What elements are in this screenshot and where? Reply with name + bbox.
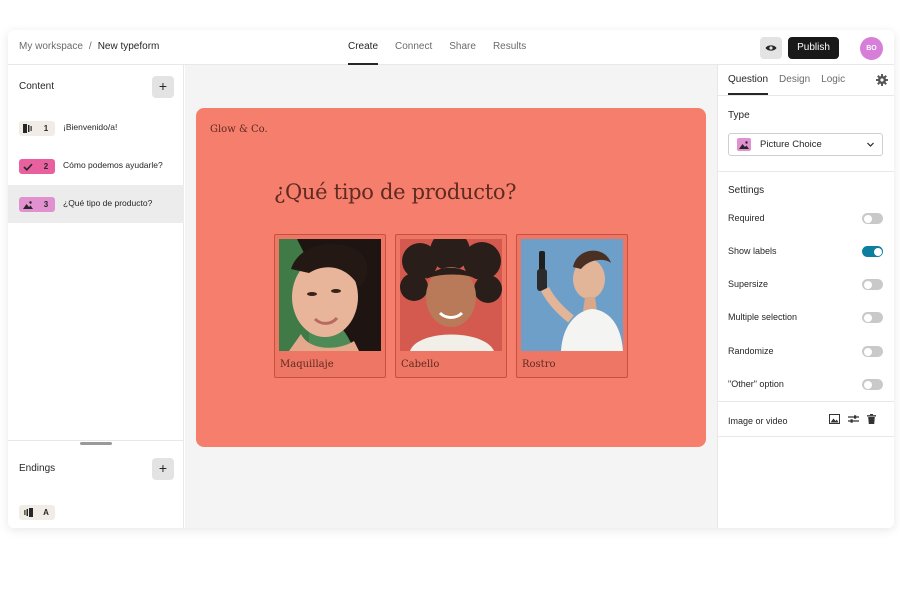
adjust-icon[interactable] bbox=[848, 414, 859, 424]
toggle-knob bbox=[863, 380, 872, 389]
question-type-value: Picture Choice bbox=[760, 139, 822, 150]
settings-section-title: Settings bbox=[728, 185, 765, 196]
tab-question[interactable]: Question bbox=[728, 65, 769, 95]
media-actions bbox=[829, 414, 876, 424]
question-number: 3 bbox=[43, 200, 49, 209]
typeform-editor: My workspace / New typeform Create Connect… bbox=[8, 30, 894, 528]
ending-badge: A bbox=[19, 505, 55, 520]
tab-connect[interactable]: Connect bbox=[395, 30, 432, 65]
show-labels-toggle[interactable] bbox=[862, 246, 883, 257]
setting-label: Show labels bbox=[728, 246, 777, 256]
add-question-button[interactable]: + bbox=[152, 76, 174, 98]
avatar[interactable]: BO bbox=[860, 37, 883, 60]
chevron-down-icon bbox=[867, 142, 874, 147]
choice-label: Maquillaje bbox=[280, 359, 334, 370]
type-section-title: Type bbox=[728, 110, 750, 121]
question-badge: 1 bbox=[19, 121, 55, 136]
ending-letter: A bbox=[43, 508, 49, 517]
question-badge: 2 bbox=[19, 159, 55, 174]
settings-panel: Question Design Logic Type Picture Choic… bbox=[717, 65, 894, 528]
setting-label: Randomize bbox=[728, 346, 774, 356]
brand-logo-text: Glow & Co. bbox=[210, 124, 268, 135]
multiple-selection-toggle[interactable] bbox=[862, 312, 883, 323]
resize-handle[interactable] bbox=[80, 442, 112, 445]
question-badge: 3 bbox=[19, 197, 55, 212]
setting-required: Required bbox=[728, 212, 883, 226]
panel-divider bbox=[718, 401, 894, 402]
content-panel: Content + 1 ¡Bienvenido/a! 2 Cómo podemo… bbox=[8, 65, 184, 528]
toggle-knob bbox=[863, 280, 872, 289]
question-title[interactable]: ¿Qué tipo de producto? bbox=[274, 180, 516, 204]
toggle-knob bbox=[863, 313, 872, 322]
settings-tabs: Question Design Logic bbox=[728, 65, 856, 95]
question-item-3[interactable]: 3 ¿Qué tipo de producto? bbox=[8, 185, 184, 223]
picture-choice-3[interactable]: Rostro bbox=[516, 234, 628, 378]
question-type-select[interactable]: Picture Choice bbox=[728, 133, 883, 156]
setting-supersize: Supersize bbox=[728, 278, 883, 292]
add-ending-button[interactable]: + bbox=[152, 458, 174, 480]
picture-choice-2[interactable]: Cabello bbox=[395, 234, 507, 378]
choice-label: Rostro bbox=[522, 359, 556, 370]
picture-icon bbox=[19, 197, 37, 212]
required-toggle[interactable] bbox=[862, 213, 883, 224]
tab-create[interactable]: Create bbox=[348, 30, 379, 65]
question-number: 1 bbox=[43, 124, 49, 133]
setting-multiple-selection: Multiple selection bbox=[728, 311, 883, 325]
panel-divider bbox=[8, 440, 184, 441]
toggle-knob bbox=[873, 247, 882, 256]
breadcrumb: My workspace / New typeform bbox=[19, 41, 159, 52]
question-number: 2 bbox=[43, 162, 49, 171]
content-title: Content bbox=[19, 81, 55, 92]
setting-show-labels: Show labels bbox=[728, 245, 883, 259]
setting-label: Multiple selection bbox=[728, 312, 798, 322]
breadcrumb-current[interactable]: New typeform bbox=[98, 41, 160, 52]
toggle-knob bbox=[863, 347, 872, 356]
image-icon[interactable] bbox=[829, 414, 840, 424]
setting-other-option: "Other" option bbox=[728, 378, 883, 392]
setting-label: "Other" option bbox=[728, 379, 784, 389]
setting-label: Required bbox=[728, 213, 765, 223]
question-label: ¡Bienvenido/a! bbox=[63, 122, 118, 132]
picture-icon bbox=[737, 138, 751, 151]
ending-screen-icon bbox=[19, 505, 37, 520]
randomize-toggle[interactable] bbox=[862, 346, 883, 357]
breadcrumb-workspace[interactable]: My workspace bbox=[19, 41, 83, 52]
ending-item-a[interactable]: A bbox=[8, 493, 184, 528]
gear-icon[interactable] bbox=[876, 74, 888, 86]
welcome-screen-icon bbox=[19, 121, 37, 136]
picture-choice-1[interactable]: Maquillaje bbox=[274, 234, 386, 378]
preview-button[interactable] bbox=[760, 37, 782, 59]
eye-icon bbox=[765, 45, 777, 51]
supersize-toggle[interactable] bbox=[862, 279, 883, 290]
choice-image bbox=[279, 239, 381, 351]
tab-logic[interactable]: Logic bbox=[821, 65, 845, 95]
toggle-knob bbox=[863, 214, 872, 223]
panel-divider bbox=[718, 171, 894, 172]
endings-title: Endings bbox=[19, 463, 56, 474]
panel-divider bbox=[718, 95, 894, 96]
choice-image bbox=[521, 239, 623, 351]
question-label: ¿Qué tipo de producto? bbox=[63, 198, 153, 208]
breadcrumb-separator: / bbox=[88, 41, 92, 52]
publish-button[interactable]: Publish bbox=[788, 37, 839, 59]
setting-label: Image or video bbox=[728, 416, 788, 426]
preview-canvas: Glow & Co. ¿Qué tipo de producto? Maquil… bbox=[185, 65, 717, 528]
tab-results[interactable]: Results bbox=[493, 30, 526, 65]
main-nav-tabs: Create Connect Share Results bbox=[348, 30, 543, 65]
choice-image bbox=[400, 239, 502, 351]
other-option-toggle[interactable] bbox=[862, 379, 883, 390]
top-bar: My workspace / New typeform Create Connect… bbox=[8, 30, 894, 65]
setting-randomize: Randomize bbox=[728, 345, 883, 359]
tab-share[interactable]: Share bbox=[449, 30, 476, 65]
question-item-2[interactable]: 2 Cómo podemos ayudarle? bbox=[8, 147, 184, 185]
choice-label: Cabello bbox=[401, 359, 440, 370]
panel-divider bbox=[718, 436, 894, 437]
setting-label: Supersize bbox=[728, 279, 769, 289]
question-label: Cómo podemos ayudarle? bbox=[63, 160, 163, 170]
checkmark-icon bbox=[19, 159, 37, 174]
tab-design[interactable]: Design bbox=[779, 65, 810, 95]
question-item-1[interactable]: 1 ¡Bienvenido/a! bbox=[8, 109, 184, 147]
trash-icon[interactable] bbox=[867, 414, 876, 424]
form-preview-card[interactable]: Glow & Co. ¿Qué tipo de producto? Maquil… bbox=[196, 108, 706, 447]
